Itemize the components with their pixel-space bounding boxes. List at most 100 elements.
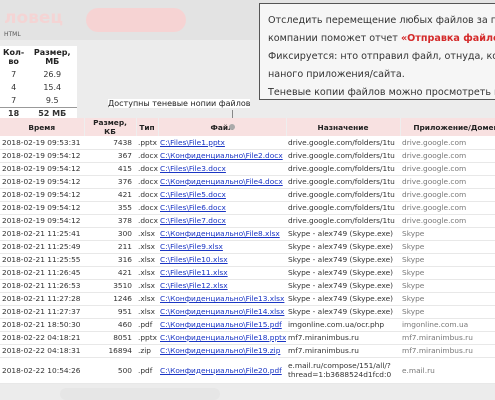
cell-destination: Skype - alex749 (Skype.exe)	[286, 240, 400, 254]
cell-type: .xlsx	[136, 227, 158, 241]
cell-file-link[interactable]: C:\Конфиденциально\File20.pdf	[158, 357, 286, 384]
cell-app-domain: drive.google.com	[400, 162, 495, 176]
cell-file-link[interactable]: C:\Files\File1.pptx	[158, 136, 286, 150]
cell-size: 211	[84, 240, 136, 254]
summary-header-size: Размер, МБ	[33, 48, 71, 66]
table-row: 2018-02-21 18:50:30 460 .pdf C:\Конфиденциа…	[0, 318, 495, 332]
cell-file-link[interactable]: C:\Конфиденциально\File14.xlsx	[158, 305, 286, 319]
cell-size: 367	[84, 149, 136, 163]
cell-app-domain: drive.google.com	[400, 188, 495, 202]
cell-file-link[interactable]: C:\Files\File7.docx	[158, 214, 286, 228]
cell-time: 2018-02-21 11:25:41	[0, 227, 84, 241]
cell-file-link[interactable]: C:\Конфиденциально\File2.docx	[158, 149, 286, 163]
info-line: Отследить перемещение любых файлов за пр…	[268, 15, 495, 26]
cell-size: 376	[84, 175, 136, 189]
shadow-copies-label: Доступны теневые нопии файлов	[108, 99, 251, 108]
cell-time: 2018-02-19 09:53:31	[0, 136, 84, 150]
info-line: компании поможет отчет «Отправка файлов»…	[268, 30, 495, 48]
cell-destination: drive.google.com/folders/1tu	[286, 214, 400, 228]
table-row: 2018-02-19 09:53:31 7438 .pptx C:\Files\Fil…	[0, 136, 495, 150]
cell-destination: drive.google.com/folders/1tu	[286, 149, 400, 163]
cell-file-link[interactable]: C:\Files\File9.xlsx	[158, 240, 286, 254]
cell-file-link[interactable]: C:\Files\File6.docx	[158, 201, 286, 215]
table-row: 2018-02-22 04:18:31 16894 .zip C:\Конфиденц…	[0, 344, 495, 358]
cell-destination: drive.google.com/folders/1tu	[286, 201, 400, 215]
cell-size: 355	[84, 201, 136, 215]
cell-file-link[interactable]: C:\Files\File10.xlsx	[158, 253, 286, 267]
summary-size: 15.4	[43, 83, 62, 92]
cell-destination: Skype - alex749 (Skype.exe)	[286, 305, 400, 319]
table-row: 2018-02-22 10:54:26 500 .pdf C:\Конфиденциа…	[0, 357, 495, 384]
table-row: 2018-02-19 09:54:12 367 .docx C:\Конфиденци…	[0, 149, 495, 163]
cell-type: .docx	[136, 188, 158, 202]
cell-type: .xlsx	[136, 279, 158, 293]
cell-app-domain: mf7.miranimbus.ru	[400, 344, 495, 358]
table-row: 2018-02-21 11:27:37 951 .xlsx C:\Конфиденци…	[0, 305, 495, 319]
summary-table: Кол-во Размер, МБ 7 26.9 4 15.4 7 9.5 18…	[0, 46, 78, 120]
cell-time: 2018-02-21 11:25:55	[0, 253, 84, 267]
cell-type: .docx	[136, 149, 158, 163]
summary-count: 7	[11, 70, 17, 79]
cell-size: 1246	[84, 292, 136, 306]
table-row: 2018-02-21 11:25:49 211 .xlsx C:\Files\File…	[0, 240, 495, 254]
cell-size: 415	[84, 162, 136, 176]
cell-file-link[interactable]: C:\Конфиденциально\File13.xlsx	[158, 292, 286, 306]
cell-file-link[interactable]: C:\Files\File11.xlsx	[158, 266, 286, 280]
cell-file-link[interactable]: C:\Конфиденциально\File4.docx	[158, 175, 286, 189]
column-header-file[interactable]: Файл	[158, 118, 287, 136]
cell-time: 2018-02-22 10:54:26	[0, 357, 84, 384]
cell-time: 2018-02-22 04:18:21	[0, 331, 84, 345]
cell-file-link[interactable]: C:\Files\File5.docx	[158, 188, 286, 202]
table-row: 2018-02-19 09:54:12 378 .docx C:\Files\File…	[0, 214, 495, 228]
cell-destination: imgonline.com.ua/ocr.php	[286, 318, 400, 332]
column-header-time[interactable]: Время	[0, 118, 85, 136]
html-tab[interactable]: HTML	[4, 31, 21, 38]
cell-size: 460	[84, 318, 136, 332]
cell-file-link[interactable]: C:\Конфиденциально\File15.pdf	[158, 318, 286, 332]
cell-file-link[interactable]: C:\Конфиденциально\File18.pptx	[158, 331, 286, 345]
banner-button[interactable]	[86, 8, 186, 32]
file-transfer-table: Время Размер, КБ Тип Файл Назначение При…	[0, 118, 495, 384]
cell-destination: mf7.miranimbus.ru	[286, 344, 400, 358]
cell-destination: drive.google.com/folders/1tu	[286, 136, 400, 150]
cell-type: .xlsx	[136, 240, 158, 254]
cell-time: 2018-02-21 11:25:49	[0, 240, 84, 254]
cell-file-link[interactable]: C:\Files\File12.xlsx	[158, 279, 286, 293]
cell-file-link[interactable]: C:\Конфиденциально\File19.zip	[158, 344, 286, 358]
column-header-size[interactable]: Размер, КБ	[84, 118, 137, 136]
column-header-destination[interactable]: Назначение	[286, 118, 401, 136]
cell-app-domain: mf7.miranimbus.ru	[400, 331, 495, 345]
table-header-row: Время Размер, КБ Тип Файл Назначение При…	[0, 118, 495, 136]
cell-type: .pdf	[136, 357, 158, 384]
info-line: наного приложения/сайта.	[268, 69, 405, 80]
cell-type: .docx	[136, 214, 158, 228]
column-header-app-domain[interactable]: Приложение/Домен	[400, 118, 495, 136]
cell-file-link[interactable]: C:\Files\File3.docx	[158, 162, 286, 176]
cell-type: .pptx	[136, 136, 158, 150]
cell-app-domain: Skype	[400, 227, 495, 241]
cell-app-domain: drive.google.com	[400, 214, 495, 228]
cell-app-domain: imgonline.com.ua	[400, 318, 495, 332]
summary-row: 4 15.4	[0, 81, 77, 94]
cell-app-domain: Skype	[400, 292, 495, 306]
cell-size: 421	[84, 266, 136, 280]
cell-type: .zip	[136, 344, 158, 358]
summary-header-count: Кол-во	[3, 48, 25, 66]
column-header-type[interactable]: Тип	[136, 118, 159, 136]
table-row: 2018-02-19 09:54:12 376 .docx C:\Конфиденци…	[0, 175, 495, 189]
cell-app-domain: drive.google.com	[400, 175, 495, 189]
table-row: 2018-02-21 11:26:45 421 .xlsx C:\Files\File…	[0, 266, 495, 280]
cell-destination: Skype - alex749 (Skype.exe)	[286, 292, 400, 306]
cell-time: 2018-02-22 04:18:31	[0, 344, 84, 358]
cell-app-domain: Skype	[400, 305, 495, 319]
cell-time: 2018-02-21 11:26:53	[0, 279, 84, 293]
cell-size: 8051	[84, 331, 136, 345]
cell-destination: drive.google.com/folders/1tu	[286, 162, 400, 176]
cell-time: 2018-02-21 11:27:37	[0, 305, 84, 319]
cell-time: 2018-02-19 09:54:12	[0, 201, 84, 215]
cell-destination: Skype - alex749 (Skype.exe)	[286, 253, 400, 267]
cell-file-link[interactable]: C:\Конфиденциально\File8.xlsx	[158, 227, 286, 241]
table-row: 2018-02-21 11:25:41 300 .xlsx C:\Конфиденци…	[0, 227, 495, 241]
table-row: 2018-02-19 09:54:12 415 .docx C:\Files\File…	[0, 162, 495, 176]
cell-app-domain: drive.google.com	[400, 136, 495, 150]
